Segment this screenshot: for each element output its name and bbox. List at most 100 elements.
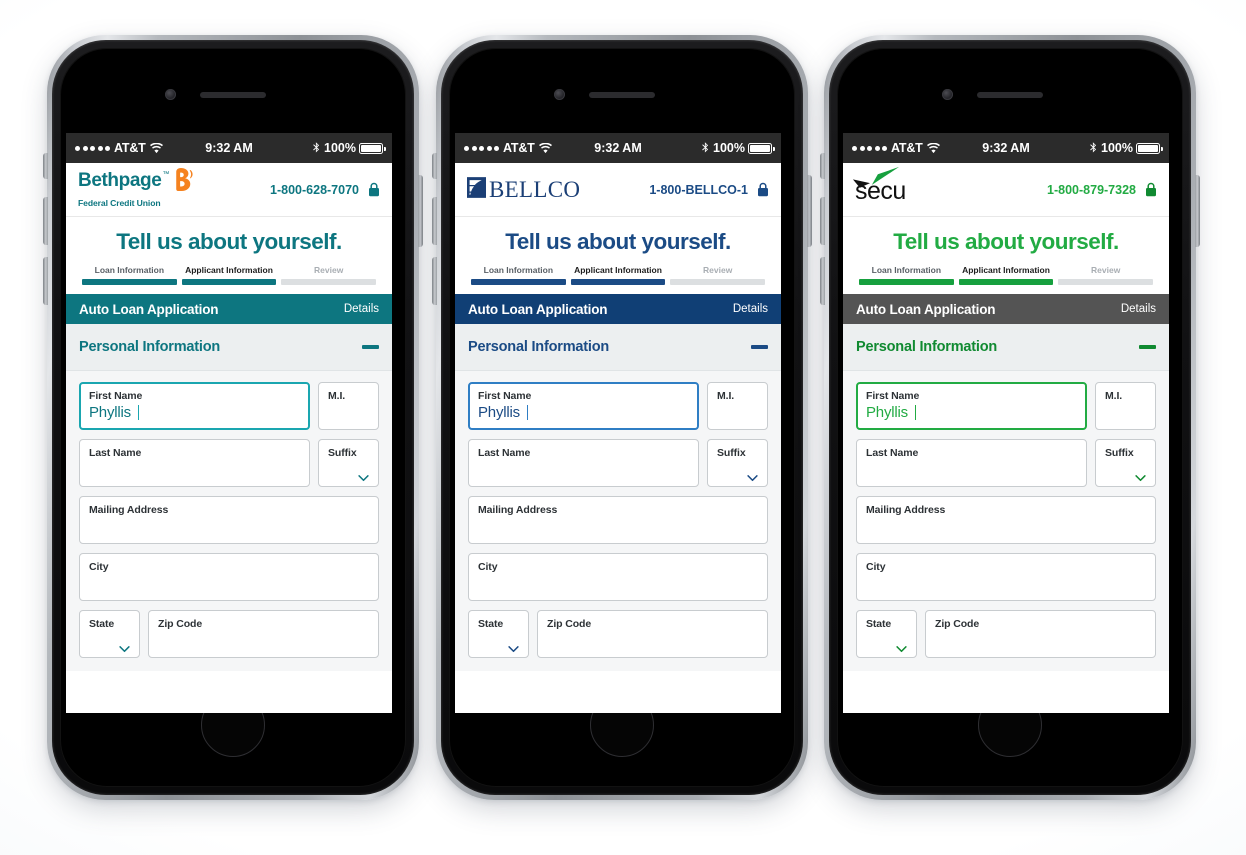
- progress-step-2[interactable]: Applicant Information: [181, 265, 277, 285]
- progress-step-label: Applicant Information: [574, 265, 662, 275]
- battery-full-icon: [748, 142, 775, 154]
- first-name-field[interactable]: First Name Phyllis: [468, 382, 699, 430]
- carrier-label: AT&T: [503, 141, 535, 155]
- signal-strength-dots-icon: [464, 145, 499, 151]
- city-label: City: [478, 561, 498, 573]
- last-name-label: Last Name: [89, 447, 142, 459]
- phone-number-link[interactable]: 1-800-628-7070: [270, 183, 359, 197]
- volume-up-button[interactable]: [432, 197, 437, 245]
- progress-step-label: Review: [314, 265, 344, 275]
- middle-initial-field[interactable]: M.I.: [1095, 382, 1156, 430]
- middle-initial-label: M.I.: [1105, 390, 1123, 402]
- contact-block: 1-800-628-7070: [270, 182, 380, 197]
- brand-bar: secu 1-800-879-7328: [843, 163, 1169, 217]
- hero-section: Tell us about yourself. Loan Information…: [843, 217, 1169, 294]
- middle-initial-field[interactable]: M.I.: [318, 382, 379, 430]
- state-field[interactable]: State: [79, 610, 140, 658]
- phone-number-link[interactable]: 1-800-BELLCO-1: [649, 183, 748, 197]
- volume-down-button[interactable]: [820, 257, 825, 305]
- volume-up-button[interactable]: [43, 197, 48, 245]
- suffix-field[interactable]: Suffix: [1095, 439, 1156, 487]
- details-link[interactable]: Details: [733, 303, 768, 315]
- zip-code-field[interactable]: Zip Code: [148, 610, 379, 658]
- progress-step-1[interactable]: Loan Information: [859, 265, 954, 285]
- chevron-down-icon[interactable]: [747, 469, 758, 482]
- progress-step-1[interactable]: Loan Information: [82, 265, 177, 285]
- form-row-lastname: Last Name Suffix: [79, 439, 379, 487]
- volume-up-button[interactable]: [820, 197, 825, 245]
- contact-block: 1-800-879-7328: [1047, 182, 1157, 197]
- form-row-lastname: Last Name Suffix: [856, 439, 1156, 487]
- text-caret: [914, 405, 917, 420]
- bluetooth-icon: [312, 142, 321, 154]
- progress-step-3[interactable]: Review: [1058, 265, 1154, 285]
- first-name-value: Phyllis: [478, 404, 689, 421]
- power-button[interactable]: [418, 175, 423, 247]
- mailing-address-field[interactable]: Mailing Address: [856, 496, 1156, 544]
- battery-percent-label: 100%: [324, 141, 356, 155]
- city-field[interactable]: City: [79, 553, 379, 601]
- city-field[interactable]: City: [468, 553, 768, 601]
- brand-logo-bethpage: Bethpage ™ Federal Credit Union: [78, 168, 194, 208]
- progress-step-3[interactable]: Review: [281, 265, 377, 285]
- last-name-field[interactable]: Last Name: [856, 439, 1087, 487]
- section-header-personal-information[interactable]: Personal Information: [843, 324, 1169, 371]
- progress-step-1[interactable]: Loan Information: [471, 265, 566, 285]
- zip-code-field[interactable]: Zip Code: [925, 610, 1156, 658]
- volume-down-button[interactable]: [43, 257, 48, 305]
- progress-step-3[interactable]: Review: [670, 265, 766, 285]
- details-link[interactable]: Details: [1121, 303, 1156, 315]
- front-camera-icon: [942, 89, 953, 100]
- last-name-field[interactable]: Last Name: [468, 439, 699, 487]
- chevron-down-icon[interactable]: [119, 640, 130, 653]
- form-row-name: First Name Phyllis M.I.: [79, 382, 379, 430]
- first-name-field[interactable]: First Name Phyllis: [79, 382, 310, 430]
- mute-switch[interactable]: [432, 153, 437, 179]
- last-name-field[interactable]: Last Name: [79, 439, 310, 487]
- middle-initial-field[interactable]: M.I.: [707, 382, 768, 430]
- state-field[interactable]: State: [468, 610, 529, 658]
- wifi-icon: [538, 142, 552, 154]
- mailing-address-label: Mailing Address: [478, 504, 558, 516]
- minus-icon[interactable]: [1139, 345, 1156, 349]
- carrier-label: AT&T: [114, 141, 146, 155]
- city-field[interactable]: City: [856, 553, 1156, 601]
- form-row-address: Mailing Address: [79, 496, 379, 544]
- form-row-city: City: [79, 553, 379, 601]
- form-row-state-zip: State Zip Code: [468, 610, 768, 658]
- section-header-personal-information[interactable]: Personal Information: [66, 324, 392, 371]
- progress-step-2[interactable]: Applicant Information: [958, 265, 1054, 285]
- suffix-field[interactable]: Suffix: [707, 439, 768, 487]
- chevron-down-icon[interactable]: [1135, 469, 1146, 482]
- minus-icon[interactable]: [362, 345, 379, 349]
- details-link[interactable]: Details: [344, 303, 379, 315]
- mute-switch[interactable]: [820, 153, 825, 179]
- chevron-down-icon[interactable]: [508, 640, 519, 653]
- state-field[interactable]: State: [856, 610, 917, 658]
- chevron-down-icon[interactable]: [358, 469, 369, 482]
- mute-switch[interactable]: [43, 153, 48, 179]
- page-title: Tell us about yourself.: [505, 229, 731, 254]
- volume-down-button[interactable]: [432, 257, 437, 305]
- first-name-label: First Name: [866, 390, 920, 402]
- text-caret: [526, 405, 529, 420]
- suffix-field[interactable]: Suffix: [318, 439, 379, 487]
- progress-step-bar: [471, 279, 566, 285]
- mailing-address-field[interactable]: Mailing Address: [468, 496, 768, 544]
- power-button[interactable]: [807, 175, 812, 247]
- application-title: Auto Loan Application: [468, 301, 608, 317]
- brand-bar: Bethpage ™ Federal Credit Union 1-800-62…: [66, 163, 392, 217]
- mailing-address-field[interactable]: Mailing Address: [79, 496, 379, 544]
- minus-icon[interactable]: [751, 345, 768, 349]
- zip-code-label: Zip Code: [158, 618, 203, 630]
- first-name-field[interactable]: First Name Phyllis: [856, 382, 1087, 430]
- zip-code-field[interactable]: Zip Code: [537, 610, 768, 658]
- power-button[interactable]: [1195, 175, 1200, 247]
- phone-number-link[interactable]: 1-800-879-7328: [1047, 183, 1136, 197]
- wifi-icon: [926, 142, 940, 154]
- section-header-personal-information[interactable]: Personal Information: [455, 324, 781, 371]
- progress-step-2[interactable]: Applicant Information: [570, 265, 666, 285]
- chevron-down-icon[interactable]: [896, 640, 907, 653]
- brand-logo-secu: secu: [852, 166, 906, 204]
- status-bar: AT&T 9:32 AM 100%: [843, 133, 1169, 163]
